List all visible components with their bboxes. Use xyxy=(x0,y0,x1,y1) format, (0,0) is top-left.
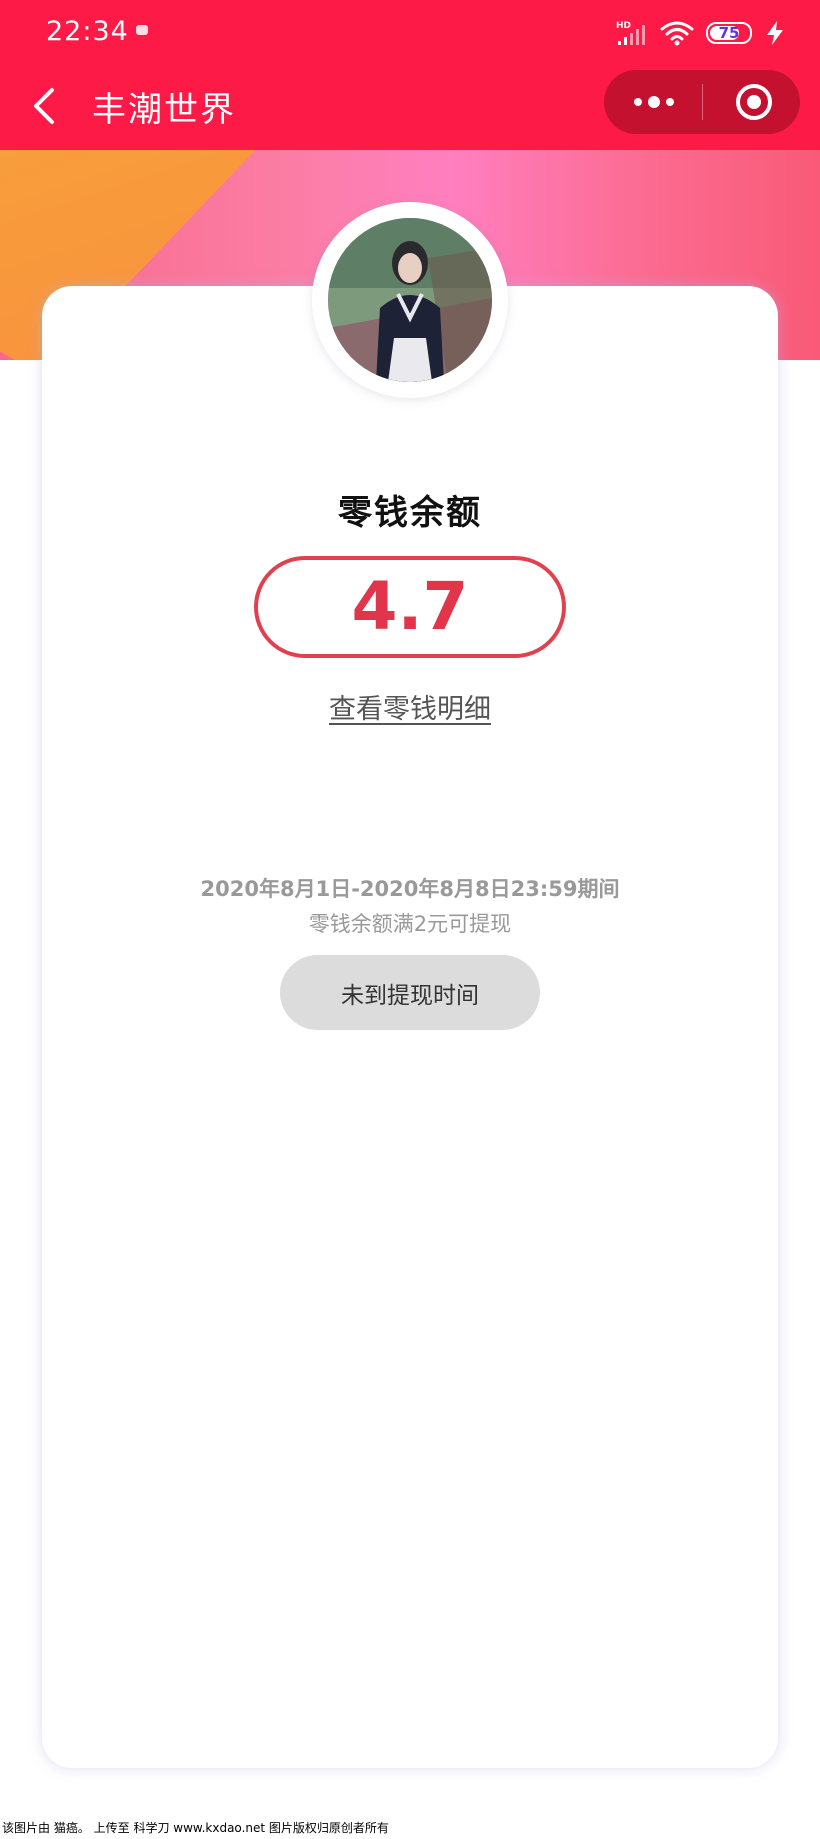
watermark-text: 该图片由 猫癌。 上传至 科学刀 www.kxdao.net 图片版权归原创者所… xyxy=(0,1817,820,1839)
wifi-icon xyxy=(660,21,694,46)
balance-amount-box: 4.7 xyxy=(254,556,566,658)
signal-icon: HD xyxy=(616,21,645,45)
status-indicators: HD 75 xyxy=(616,16,786,50)
balance-title: 零钱余额 xyxy=(338,493,482,533)
withdraw-period-text: 2020年8月1日-2020年8月8日23:59期间 xyxy=(200,877,620,901)
mini-program-capsule xyxy=(604,70,800,134)
nav-bar: 丰潮世界 xyxy=(0,64,820,150)
avatar xyxy=(328,218,492,382)
avatar-image xyxy=(328,218,492,382)
view-balance-details-link[interactable]: 查看零钱明细 xyxy=(0,687,820,726)
status-time: 22:34 xyxy=(46,16,129,47)
network-type-label: HD xyxy=(616,21,631,31)
back-icon[interactable] xyxy=(28,84,62,128)
notification-icon xyxy=(136,25,148,35)
withdraw-button[interactable]: 未到提现时间 xyxy=(280,955,540,1030)
status-bar: 22:34 HD 75 xyxy=(0,0,820,64)
nav-title: 丰潮世界 xyxy=(92,90,236,130)
withdraw-rule-text: 零钱余额满2元可提现 xyxy=(308,912,512,936)
more-icon[interactable] xyxy=(632,92,676,112)
balance-amount: 4.7 xyxy=(351,568,469,645)
avatar-frame xyxy=(312,202,508,398)
page: 22:34 HD 75 丰潮世界 零钱余额 4.7 查看零钱明细 2020年8月… xyxy=(0,0,820,1839)
close-icon[interactable] xyxy=(734,82,774,122)
battery-percent: 75 xyxy=(718,24,740,42)
capsule-divider xyxy=(702,84,703,120)
battery-icon: 75 xyxy=(706,22,752,44)
charging-bolt-icon xyxy=(767,21,783,45)
